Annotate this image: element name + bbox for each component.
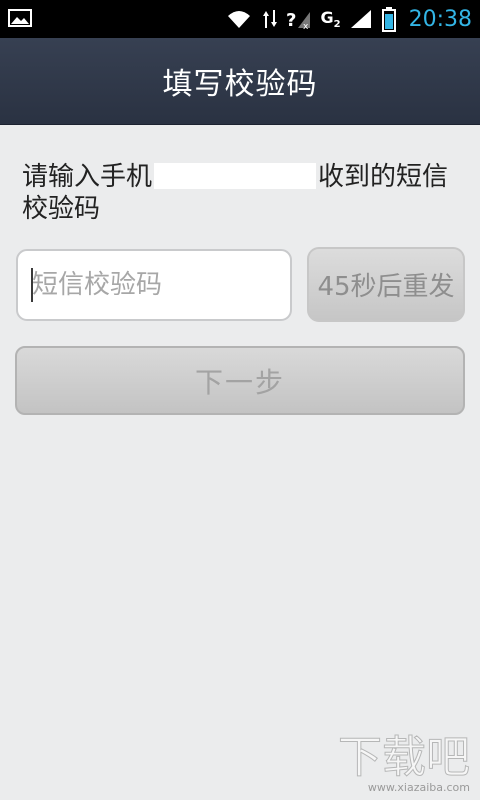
network-label: G xyxy=(320,7,334,27)
clock: 20:38 xyxy=(408,6,472,32)
svg-text:下载吧: 下载吧 xyxy=(338,732,470,782)
svg-text:x: x xyxy=(303,22,309,30)
status-bar: ? x G2 20:38 xyxy=(0,0,480,38)
watermark-logo: 下载吧 xyxy=(338,732,471,783)
title-bar: 填写校验码 xyxy=(0,38,480,125)
wifi-icon xyxy=(228,11,251,28)
watermark-site: www.xiazaiba.com xyxy=(367,781,470,794)
data-transfer-icon xyxy=(263,10,278,28)
resend-code-button[interactable]: 45秒后重发 xyxy=(307,247,465,322)
text-caret xyxy=(31,268,33,302)
instruction-prefix: 请输入手机 xyxy=(22,162,153,192)
svg-text:?: ? xyxy=(286,10,296,30)
main-content: 请输入手机收到的短信校验码 45秒后重发 下一步 下载吧 www.xiazaib… xyxy=(0,125,480,800)
signal-icon xyxy=(350,10,371,28)
verification-code-input[interactable] xyxy=(16,249,292,321)
page-title: 填写校验码 xyxy=(162,67,318,102)
network-type-icon: G2 xyxy=(320,7,341,31)
gallery-icon xyxy=(8,9,32,27)
status-left xyxy=(8,9,32,31)
next-step-button[interactable]: 下一步 xyxy=(15,346,465,415)
battery-icon xyxy=(381,7,396,32)
status-right: ? x G2 20:38 xyxy=(224,4,472,34)
masked-phone-number xyxy=(154,163,317,189)
no-signal-icon: ? x xyxy=(286,10,311,30)
instruction-text: 请输入手机 收到的短信校验码 xyxy=(22,161,452,225)
